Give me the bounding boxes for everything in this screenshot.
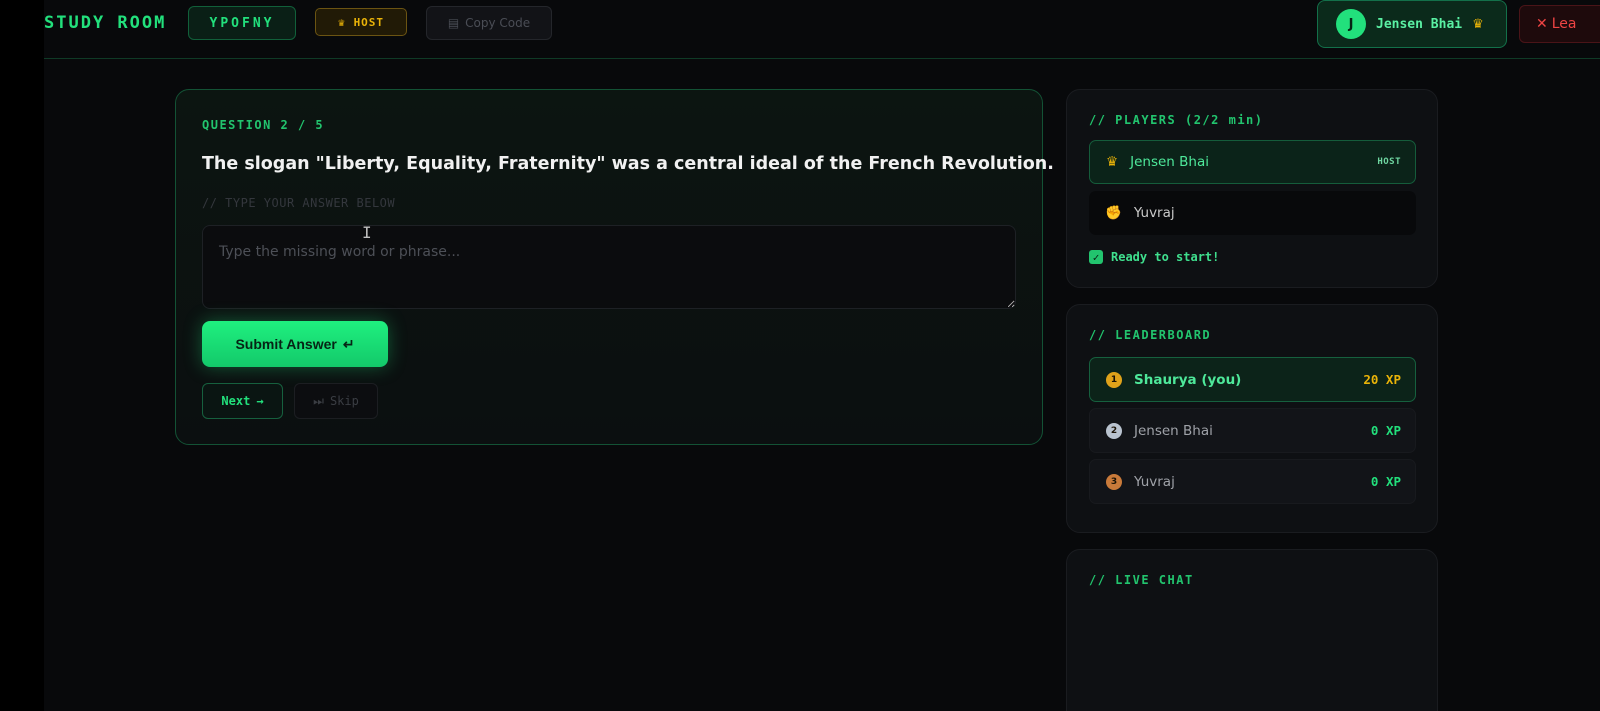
- next-button[interactable]: Next →: [202, 383, 283, 419]
- leave-button[interactable]: ✕ Lea: [1519, 5, 1600, 43]
- fist-icon: ✊: [1105, 205, 1122, 221]
- question-counter: QUESTION 2 / 5: [202, 118, 325, 132]
- player-name: Jensen Bhai: [1130, 154, 1209, 170]
- host-badge-label: HOST: [353, 15, 385, 29]
- leaderboard-name: Jensen Bhai: [1134, 422, 1213, 439]
- player-row: ✊ Yuvraj: [1089, 191, 1416, 235]
- next-label: Next: [221, 394, 251, 408]
- avatar: J: [1336, 9, 1366, 39]
- leaderboard-xp: 0 XP: [1370, 474, 1401, 489]
- skip-button[interactable]: ⏭ Skip: [294, 383, 378, 419]
- leaderboard-xp: 20 XP: [1363, 372, 1401, 387]
- leaderboard-row: 3 Yuvraj 0 XP: [1089, 459, 1416, 504]
- leaderboard-xp: 0 XP: [1370, 423, 1401, 438]
- players-title: // PLAYERS (2/2 min): [1089, 113, 1264, 127]
- question-card: QUESTION 2 / 5 The slogan "Liberty, Equa…: [175, 89, 1054, 445]
- player-row: ♛ Jensen Bhai HOST: [1089, 140, 1416, 184]
- user-name: Jensen Bhai: [1376, 16, 1463, 32]
- leaderboard-name: Shaurya (you): [1134, 371, 1242, 388]
- copy-code-label: Copy Code: [465, 16, 531, 30]
- question-text: The slogan "Liberty, Equality, Fraternit…: [202, 154, 1054, 174]
- leaderboard-name: Yuvraj: [1134, 473, 1175, 490]
- submit-answer-button[interactable]: Submit Answer ↵: [202, 321, 388, 367]
- leave-label: Lea: [1551, 16, 1577, 32]
- brand-title: STUDY ROOM: [44, 13, 167, 33]
- skip-icon: ⏭: [313, 393, 324, 408]
- bronze-medal-icon: 3: [1106, 473, 1122, 490]
- leaderboard-title: // LEADERBOARD: [1089, 328, 1212, 342]
- close-icon: ✕: [1536, 16, 1548, 32]
- crown-icon: ♛: [1472, 16, 1484, 32]
- leaderboard-row: 2 Jensen Bhai 0 XP: [1089, 408, 1416, 453]
- crown-icon: ♛: [337, 15, 346, 29]
- top-bar: STUDY ROOM YPOFNY ♛ HOST ▤ Copy Code J J…: [44, 0, 1600, 59]
- host-tag: HOST: [1377, 157, 1401, 167]
- players-panel: // PLAYERS (2/2 min) ♛ Jensen Bhai HOST …: [1066, 89, 1438, 288]
- skip-label: Skip: [329, 394, 359, 408]
- player-name: Yuvraj: [1133, 205, 1175, 221]
- silver-medal-icon: 2: [1106, 422, 1122, 439]
- room-code-badge: YPOFNY: [188, 6, 296, 40]
- answer-hint: // TYPE YOUR ANSWER BELOW: [202, 196, 396, 210]
- crown-icon: ♛: [1106, 154, 1119, 170]
- leaderboard-panel: // LEADERBOARD 1 Shaurya (you) 20 XP 2 J…: [1066, 304, 1438, 533]
- enter-icon: ↵: [342, 335, 355, 352]
- host-badge: ♛ HOST: [315, 8, 407, 36]
- left-edge-strip: [0, 0, 44, 711]
- leaderboard-row: 1 Shaurya (you) 20 XP: [1089, 357, 1416, 402]
- checkbox-icon: ✓: [1089, 250, 1103, 264]
- answer-input[interactable]: [202, 225, 1016, 309]
- ready-text: Ready to start!: [1111, 250, 1220, 264]
- arrow-right-icon: →: [256, 394, 264, 408]
- app-root: STUDY ROOM YPOFNY ♛ HOST ▤ Copy Code J J…: [44, 0, 1600, 711]
- submit-answer-label: Submit Answer: [235, 336, 337, 352]
- gold-medal-icon: 1: [1106, 371, 1122, 388]
- user-profile-chip[interactable]: J Jensen Bhai ♛: [1317, 0, 1507, 48]
- ready-status: ✓ Ready to start!: [1089, 250, 1219, 264]
- copy-code-button[interactable]: ▤ Copy Code: [426, 6, 552, 40]
- live-chat-title: // LIVE CHAT: [1089, 573, 1194, 587]
- text-cursor-icon: I: [362, 223, 372, 242]
- live-chat-panel: // LIVE CHAT: [1066, 549, 1438, 711]
- clipboard-icon: ▤: [447, 16, 460, 30]
